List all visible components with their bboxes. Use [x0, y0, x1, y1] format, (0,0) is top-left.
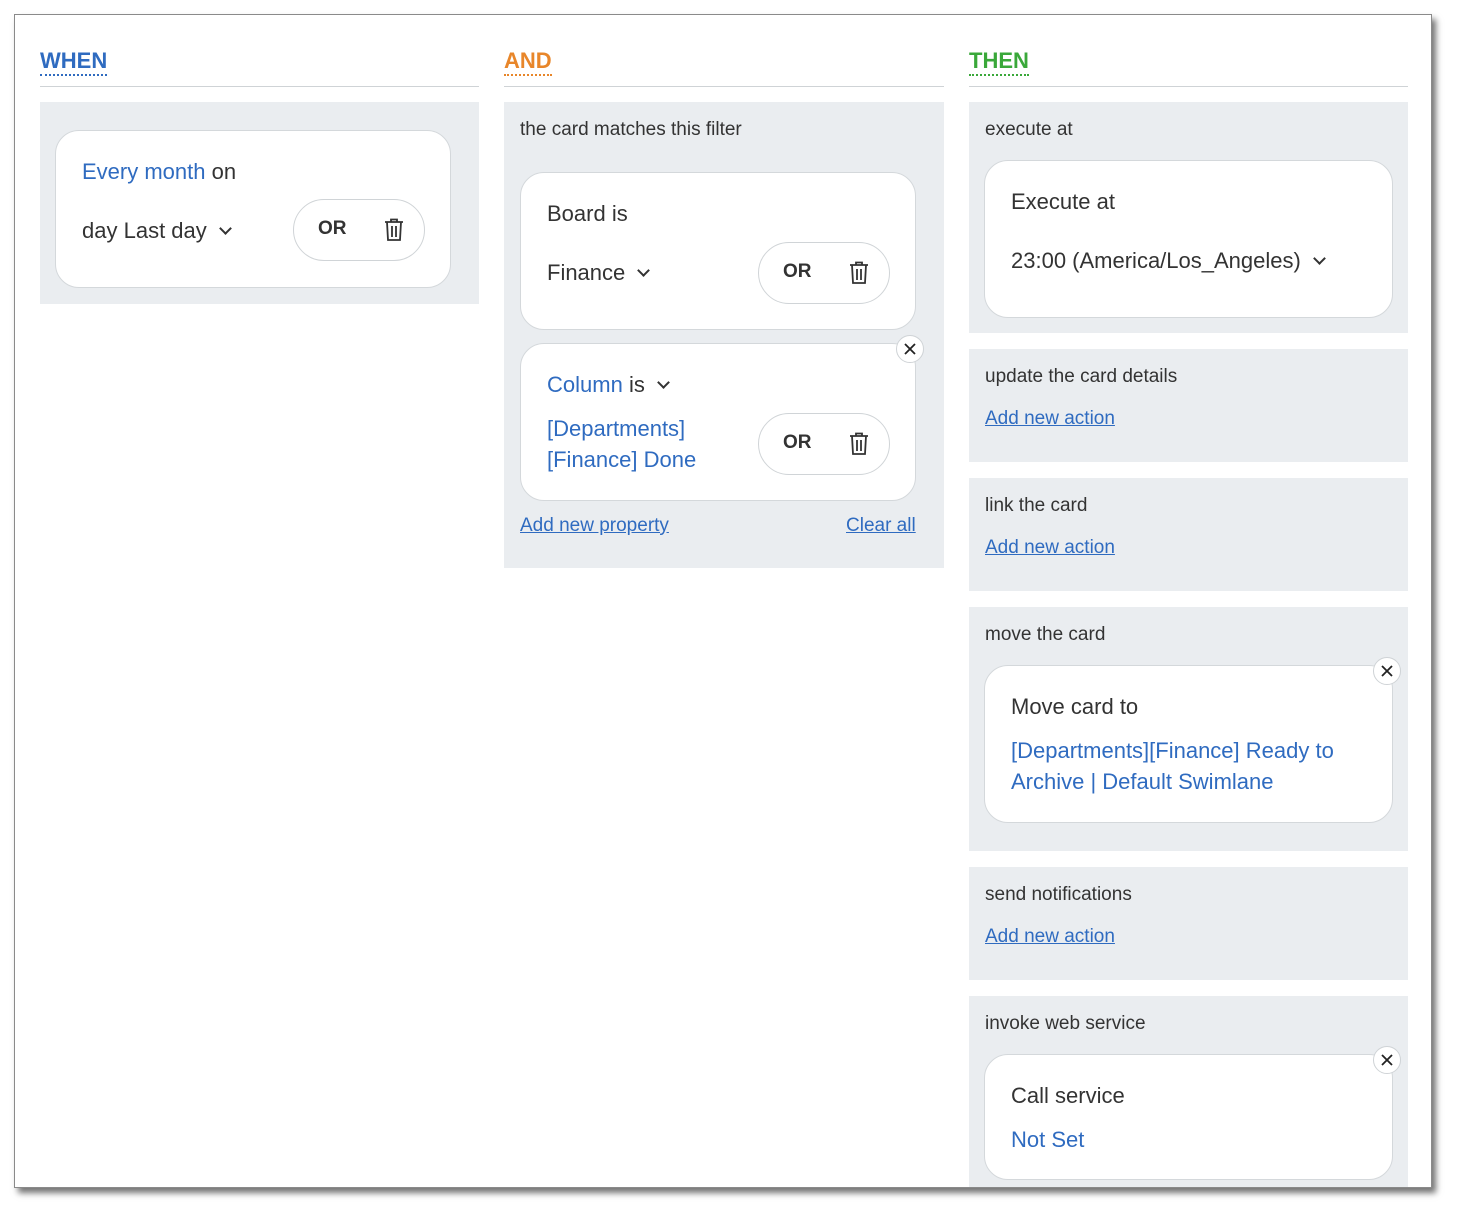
- update-label: update the card details: [985, 366, 1178, 387]
- or-button[interactable]: OR: [783, 432, 812, 454]
- and-header: AND: [504, 15, 944, 87]
- filter-label: the card matches this filter: [520, 119, 742, 140]
- board-selector[interactable]: Finance: [547, 260, 651, 286]
- or-delete-group: OR: [758, 413, 890, 475]
- on-label: on: [211, 159, 237, 184]
- when-title[interactable]: WHEN: [40, 49, 108, 76]
- or-delete-group: OR: [293, 199, 425, 261]
- column-value-line1[interactable]: [Departments]: [547, 416, 685, 442]
- trash-icon[interactable]: [849, 432, 869, 456]
- column-value-line2[interactable]: [Finance] Done: [547, 447, 696, 473]
- trash-icon[interactable]: [849, 261, 869, 285]
- chevron-down-icon: [637, 264, 651, 277]
- move-panel: move the card Move card to [Departments]…: [969, 607, 1408, 851]
- remove-action-button[interactable]: [1373, 1046, 1401, 1074]
- when-panel: Every month on day Last day OR: [40, 102, 479, 304]
- when-header: WHEN: [40, 15, 479, 87]
- move-target-line1[interactable]: [Departments][Finance] Ready to: [1011, 738, 1334, 764]
- day-selector[interactable]: day Last day: [82, 218, 232, 244]
- time-value: 23:00 (America/Los_Angeles): [1011, 248, 1301, 273]
- schedule-line: Every month on: [82, 159, 236, 185]
- close-icon: [1381, 665, 1393, 677]
- webservice-card: Call service Not Set: [984, 1054, 1393, 1180]
- and-panel: the card matches this filter Board is Fi…: [504, 102, 944, 568]
- or-button[interactable]: OR: [783, 261, 812, 283]
- column-field[interactable]: Column: [547, 372, 623, 397]
- update-panel: update the card details Add new action: [969, 349, 1408, 462]
- or-button[interactable]: OR: [318, 218, 347, 240]
- webservice-title: Call service: [1011, 1083, 1125, 1108]
- notify-label: send notifications: [985, 884, 1132, 905]
- add-action-link[interactable]: Add new action: [985, 537, 1115, 559]
- then-title[interactable]: THEN: [969, 49, 1029, 76]
- add-action-link[interactable]: Add new action: [985, 926, 1115, 948]
- day-value: Last day: [123, 218, 207, 243]
- service-value[interactable]: Not Set: [1011, 1127, 1084, 1153]
- move-label: move the card: [985, 624, 1106, 645]
- or-delete-group: OR: [758, 242, 890, 304]
- and-column: AND the card matches this filter Board i…: [504, 15, 944, 568]
- execute-label: execute at: [985, 119, 1073, 140]
- trash-icon[interactable]: [384, 218, 404, 242]
- close-icon: [1381, 1054, 1393, 1066]
- frequency-link[interactable]: Every month: [82, 159, 206, 184]
- is-label: is: [628, 372, 645, 397]
- column-filter-card: Column is [Departments] [Finance] Done O…: [520, 343, 916, 501]
- add-property-link[interactable]: Add new property: [520, 515, 669, 537]
- execute-panel: execute at Execute at 23:00 (America/Los…: [969, 102, 1408, 333]
- close-icon: [904, 343, 916, 355]
- execute-card: Execute at 23:00 (America/Los_Angeles): [984, 160, 1393, 318]
- link-label: link the card: [985, 495, 1088, 516]
- clear-all-link[interactable]: Clear all: [846, 515, 916, 537]
- remove-filter-button[interactable]: [896, 335, 924, 363]
- then-column: THEN execute at Execute at 23:00 (Americ…: [969, 15, 1408, 1187]
- chevron-down-icon: [218, 222, 232, 235]
- chevron-down-icon: [656, 376, 670, 389]
- execute-title: Execute at: [1011, 189, 1115, 214]
- move-target-line2[interactable]: Archive | Default Swimlane: [1011, 769, 1274, 795]
- board-value: Finance: [547, 260, 626, 285]
- schedule-card: Every month on day Last day OR: [55, 130, 451, 288]
- add-action-link[interactable]: Add new action: [985, 408, 1115, 430]
- move-title: Move card to: [1011, 694, 1139, 719]
- when-column: WHEN Every month on day Last day OR: [40, 15, 479, 304]
- move-card: Move card to [Departments][Finance] Read…: [984, 665, 1393, 823]
- webservice-label: invoke web service: [985, 1013, 1146, 1034]
- notify-panel: send notifications Add new action: [969, 867, 1408, 980]
- board-label: Board is: [547, 201, 628, 226]
- remove-action-button[interactable]: [1373, 657, 1401, 685]
- time-selector[interactable]: 23:00 (America/Los_Angeles): [1011, 248, 1326, 274]
- then-header: THEN: [969, 15, 1408, 87]
- webservice-panel: invoke web service Call service Not Set: [969, 996, 1408, 1187]
- board-filter-card: Board is Finance OR: [520, 172, 916, 330]
- link-panel: link the card Add new action: [969, 478, 1408, 591]
- and-title[interactable]: AND: [504, 49, 552, 76]
- column-selector[interactable]: Column is: [547, 372, 670, 398]
- day-prefix: day: [82, 218, 118, 243]
- chevron-down-icon: [1312, 252, 1326, 265]
- automation-rule-editor: WHEN Every month on day Last day OR AND …: [14, 14, 1432, 1188]
